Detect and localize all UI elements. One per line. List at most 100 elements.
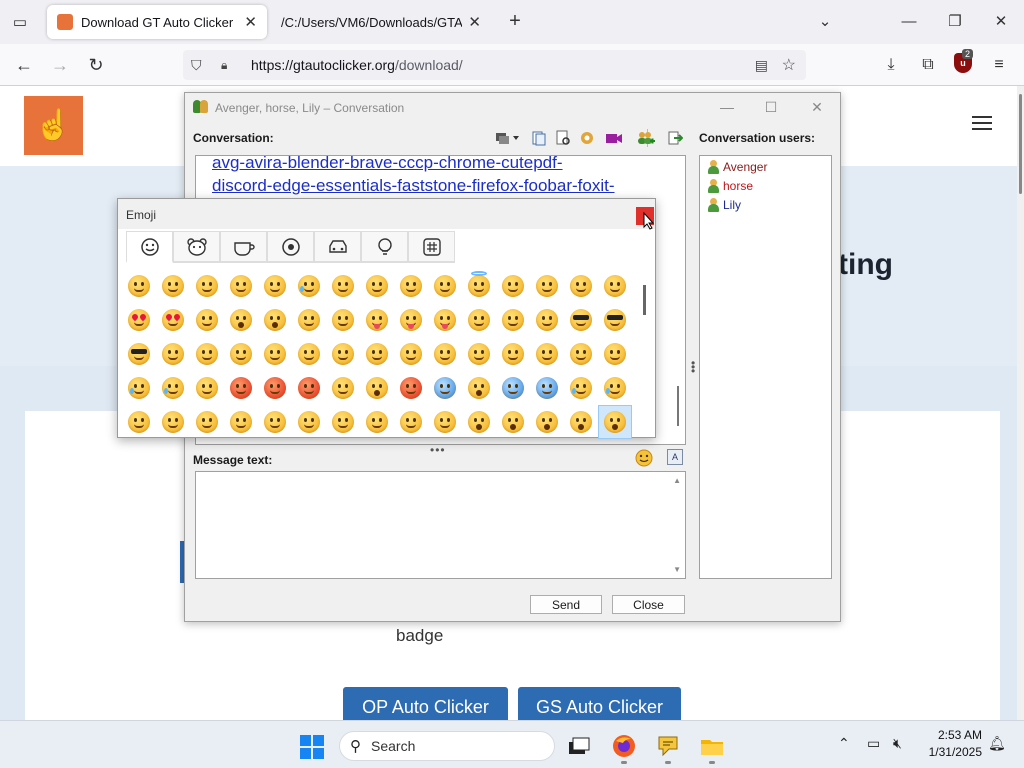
- network-monitor-icon[interactable]: ▭: [867, 735, 880, 752]
- emoji-popup-header[interactable]: Emoji: [118, 199, 655, 230]
- chat-app-icon[interactable]: [655, 733, 681, 759]
- emoji-cell[interactable]: [496, 303, 530, 337]
- emoji-cell[interactable]: [598, 303, 632, 337]
- emoji-cell[interactable]: [190, 337, 224, 371]
- emoji-cell[interactable]: [530, 371, 564, 405]
- emoji-cell[interactable]: [530, 337, 564, 371]
- close-tab-icon[interactable]: ✕: [244, 13, 257, 31]
- format-text-icon[interactable]: A: [667, 449, 683, 465]
- emoji-cell[interactable]: [258, 269, 292, 303]
- emoji-cell[interactable]: [156, 269, 190, 303]
- add-user-icon[interactable]: [637, 130, 655, 146]
- emoji-cell[interactable]: [598, 337, 632, 371]
- settings-gear-icon[interactable]: [579, 130, 597, 146]
- travel-car-category-icon[interactable]: [314, 231, 361, 263]
- emoji-picker-icon[interactable]: [635, 449, 653, 470]
- emoji-cell[interactable]: [190, 371, 224, 405]
- emoji-cell[interactable]: [360, 371, 394, 405]
- emoji-cell[interactable]: [224, 337, 258, 371]
- emoji-cell[interactable]: [326, 303, 360, 337]
- horizontal-splitter-grip[interactable]: •••: [430, 443, 446, 457]
- gs-auto-clicker-button[interactable]: GS Auto Clicker: [518, 687, 681, 720]
- vertical-splitter-grip[interactable]: • • •: [691, 357, 695, 377]
- emoji-cell[interactable]: [598, 269, 632, 303]
- emoji-cell[interactable]: [156, 303, 190, 337]
- emoji-cell[interactable]: [564, 371, 598, 405]
- minimize-icon[interactable]: —: [715, 97, 739, 117]
- emoji-cell[interactable]: [122, 303, 156, 337]
- emoji-cell[interactable]: [156, 405, 190, 439]
- user-item-horse[interactable]: horse: [708, 177, 753, 195]
- site-menu-icon[interactable]: [972, 116, 992, 134]
- conversation-users-list[interactable]: Avenger horse Lily: [699, 155, 832, 579]
- address-bar[interactable]: ⛉ 🔒︎ https://gtautoclicker.org/download/…: [183, 50, 806, 80]
- history-link-line[interactable]: avg-avira-blender-brave-cccp-chrome-cute…: [212, 156, 563, 173]
- scrollbar-thumb[interactable]: [1019, 94, 1022, 194]
- tab-list-icon[interactable]: ▭: [8, 10, 32, 34]
- emoji-cell[interactable]: [326, 405, 360, 439]
- emoji-cell[interactable]: [564, 337, 598, 371]
- emoji-cell[interactable]: [462, 337, 496, 371]
- emoji-cell[interactable]: [564, 303, 598, 337]
- video-camera-icon[interactable]: [605, 130, 623, 146]
- show-hidden-icons-chevron-icon[interactable]: ⌃: [838, 735, 850, 752]
- firefox-icon[interactable]: [611, 733, 637, 759]
- emoji-cell[interactable]: [292, 303, 326, 337]
- emoji-cell[interactable]: [292, 269, 326, 303]
- emoji-cell[interactable]: [564, 405, 598, 439]
- volume-muted-icon[interactable]: 🔇︎: [893, 735, 902, 752]
- objects-lightbulb-category-icon[interactable]: [361, 231, 408, 263]
- downloads-icon[interactable]: ⤓: [878, 53, 904, 77]
- emoji-cell[interactable]: [292, 405, 326, 439]
- emoji-cell[interactable]: [224, 371, 258, 405]
- scroll-down-arrow-icon[interactable]: ▼: [673, 565, 681, 574]
- emoji-cell[interactable]: [530, 269, 564, 303]
- emoji-cell[interactable]: [190, 269, 224, 303]
- maximize-icon[interactable]: ☐: [759, 97, 783, 117]
- emoji-cell[interactable]: [122, 371, 156, 405]
- close-tab-icon[interactable]: ✕: [468, 13, 481, 31]
- emoji-cell[interactable]: [428, 405, 462, 439]
- op-auto-clicker-button[interactable]: OP Auto Clicker: [343, 687, 508, 720]
- emoji-cell[interactable]: [428, 337, 462, 371]
- emoji-cell[interactable]: [530, 303, 564, 337]
- emoji-cell[interactable]: [156, 371, 190, 405]
- emoji-cell[interactable]: [598, 405, 632, 439]
- emoji-cell[interactable]: [326, 371, 360, 405]
- emoji-cell[interactable]: [156, 337, 190, 371]
- forward-icon[interactable]: →: [47, 53, 73, 77]
- close-icon[interactable]: ✕: [805, 97, 829, 117]
- emoji-cell[interactable]: [292, 371, 326, 405]
- windows-start-icon[interactable]: [300, 735, 324, 759]
- emoji-cell[interactable]: [428, 371, 462, 405]
- emoji-cell[interactable]: [462, 303, 496, 337]
- emoji-cell[interactable]: [360, 405, 394, 439]
- extensions-icon[interactable]: ⧉: [915, 53, 941, 77]
- preview-icon[interactable]: [555, 130, 573, 146]
- new-tab-icon[interactable]: +: [503, 10, 527, 34]
- emoji-cell[interactable]: [428, 269, 462, 303]
- site-logo-hand-cursor-icon[interactable]: ☝: [24, 96, 83, 155]
- emoji-cell[interactable]: [224, 269, 258, 303]
- emoji-cell[interactable]: [122, 269, 156, 303]
- emoji-cell[interactable]: [462, 269, 496, 303]
- emoji-cell[interactable]: [462, 405, 496, 439]
- emoji-cell[interactable]: [496, 405, 530, 439]
- emoji-cell[interactable]: [462, 371, 496, 405]
- emoji-cell[interactable]: [258, 303, 292, 337]
- emoji-cell[interactable]: [564, 269, 598, 303]
- emoji-cell[interactable]: [224, 303, 258, 337]
- emoji-cell[interactable]: [394, 337, 428, 371]
- emoji-cell[interactable]: [258, 405, 292, 439]
- emoji-cell[interactable]: [360, 337, 394, 371]
- smileys-category-icon[interactable]: [126, 231, 173, 263]
- emoji-cell[interactable]: [360, 269, 394, 303]
- tab-gt-auto-clicker[interactable]: Download GT Auto Clicker | 100 ✕: [47, 5, 267, 39]
- emoji-cell[interactable]: [394, 303, 428, 337]
- file-explorer-icon[interactable]: [699, 733, 725, 759]
- reload-icon[interactable]: ↻: [83, 53, 109, 77]
- emoji-cell[interactable]: [326, 269, 360, 303]
- tracking-shield-icon[interactable]: ⛉: [191, 57, 207, 74]
- emoji-cell[interactable]: [394, 269, 428, 303]
- symbols-hash-category-icon[interactable]: [408, 231, 455, 263]
